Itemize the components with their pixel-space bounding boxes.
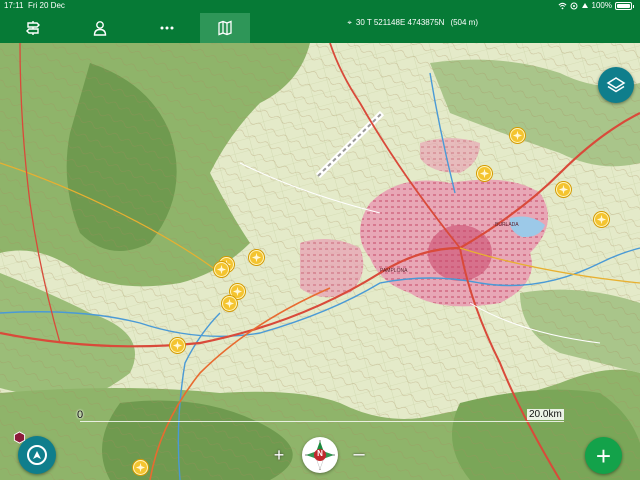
town-label: PAMPLONA [380,268,408,274]
more-dots-icon [160,26,174,30]
poi-marker[interactable] [556,182,571,197]
compass-north-label: N [317,449,323,458]
sun-star-icon [224,298,235,309]
add-button[interactable]: + [585,437,622,474]
layers-button[interactable] [598,67,634,103]
battery-percent: 100% [591,1,612,10]
status-time: 17:11 [4,1,24,10]
location-icon [570,2,578,10]
top-toolbar: 17:11 Fri 20 Dec 100% ⌖ 30 T 521148E 4743… [0,0,640,43]
battery-icon [615,2,632,10]
poi-marker[interactable] [170,338,185,353]
zoom-in-button[interactable]: + [271,446,287,464]
scale-end-label: 20.0km [527,409,564,420]
scale-bar [80,421,564,422]
user-icon [93,21,107,36]
poi-marker[interactable] [594,212,609,227]
layers-icon [606,77,626,93]
altitude: (504 m) [450,18,478,27]
tab-routes[interactable] [8,13,58,43]
utm-coordinates: 30 T 521148E 4743875N [355,18,445,27]
sun-star-icon [172,340,183,351]
zoom-out-button[interactable]: – [351,444,367,464]
tab-profile[interactable] [75,13,125,43]
hexagon-badge-icon [13,431,26,444]
sun-star-icon [479,168,490,179]
tab-more[interactable] [142,13,192,43]
poi-marker[interactable] [249,250,264,265]
crosshair-icon: ⌖ [347,18,352,27]
folded-map-icon [218,20,232,36]
poi-marker[interactable] [510,128,525,143]
poi-marker[interactable] [477,166,492,181]
scale-start-label: 0 [77,409,84,421]
sun-star-icon [512,130,523,141]
navigation-icon [27,445,47,465]
sun-star-icon [558,184,569,195]
sun-star-icon [135,462,146,473]
status-date: Fri 20 Dec [28,1,65,10]
status-icons: 100% [558,0,634,12]
sun-star-icon [596,214,607,225]
orientation-lock-icon [581,3,588,8]
sun-star-icon [251,252,262,263]
sun-star-icon [232,286,243,297]
status-bar: 17:11 Fri 20 Dec 100% [0,0,640,12]
poi-marker[interactable] [133,460,148,475]
poi-marker[interactable] [214,262,229,277]
poi-marker[interactable] [222,296,237,311]
town-label: BURLADA [495,222,519,228]
signpost-icon [26,21,40,35]
compass-button[interactable]: N [302,437,338,473]
tab-map[interactable] [200,13,250,43]
sun-star-icon [216,264,227,275]
coordinates-readout: ⌖ 30 T 521148E 4743875N (504 m) [347,13,478,33]
wifi-icon [558,2,567,10]
